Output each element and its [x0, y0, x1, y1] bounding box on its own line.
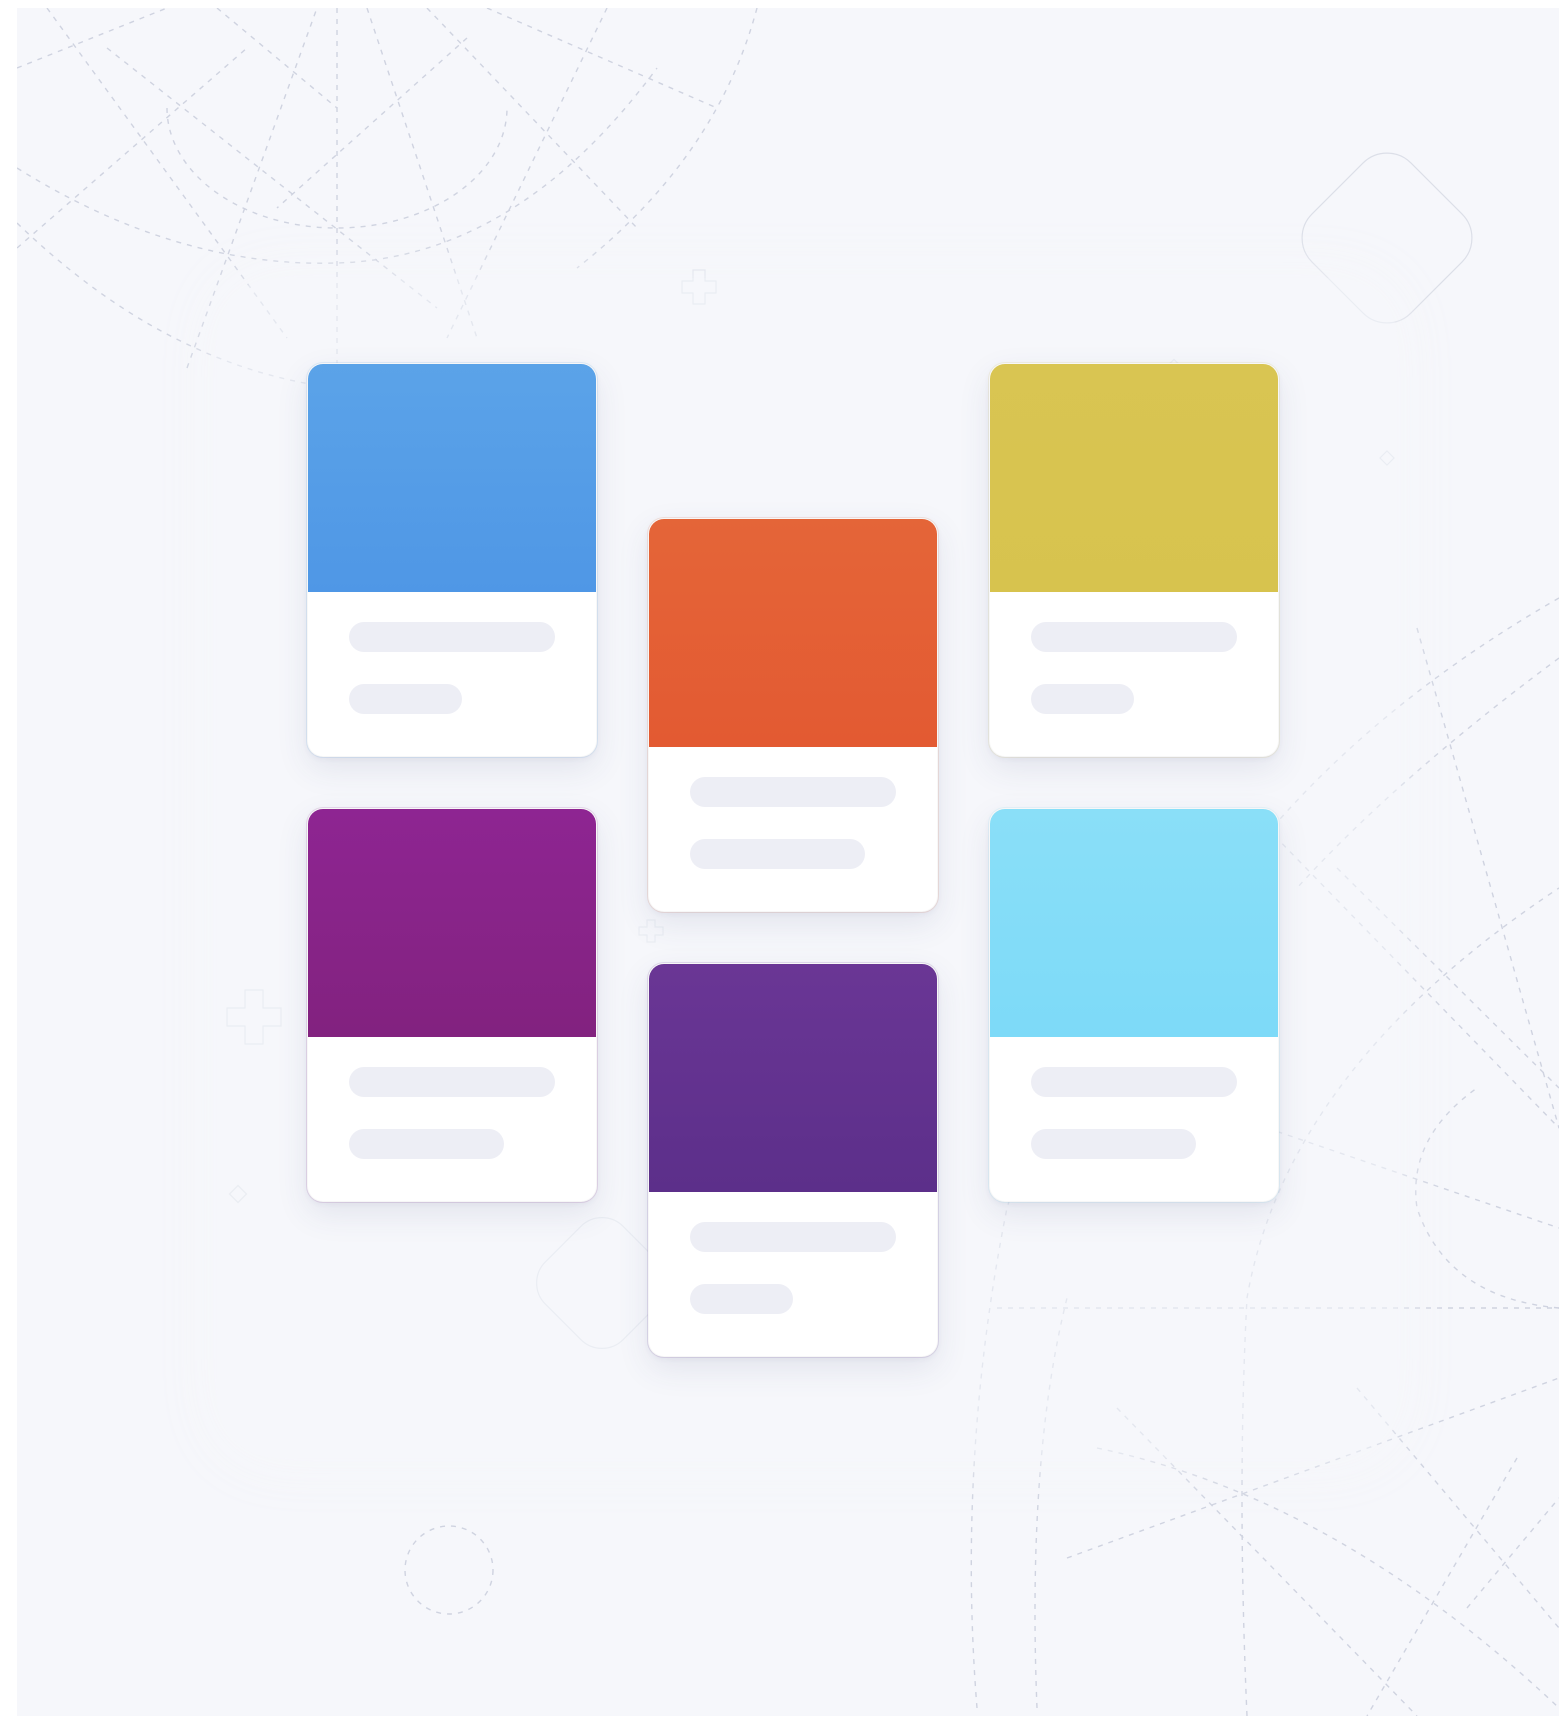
card-color-swatch: [990, 364, 1278, 592]
card-placeholder-line-secondary: [690, 1284, 793, 1314]
card-placeholder-line-primary: [690, 777, 896, 807]
color-card-blue[interactable]: [307, 363, 597, 757]
card-placeholder-line-secondary: [349, 1129, 504, 1159]
card-placeholder-line-secondary: [1031, 684, 1134, 714]
card-placeholder-line-primary: [349, 1067, 555, 1097]
card-placeholder-line-secondary: [349, 684, 462, 714]
canvas: [17, 8, 1559, 1716]
card-placeholder-line-primary: [349, 622, 555, 652]
card-placeholder-line-secondary: [1031, 1129, 1196, 1159]
card-placeholder-line-secondary: [690, 839, 865, 869]
color-card-cyan[interactable]: [989, 808, 1279, 1202]
card-color-swatch: [308, 364, 596, 592]
color-card-orange[interactable]: [648, 518, 938, 912]
color-card-magenta[interactable]: [307, 808, 597, 1202]
color-card-yellow[interactable]: [989, 363, 1279, 757]
card-color-swatch: [308, 809, 596, 1037]
color-card-purple[interactable]: [648, 963, 938, 1357]
card-color-swatch: [649, 964, 937, 1192]
card-placeholder-line-primary: [690, 1222, 896, 1252]
card-placeholder-line-primary: [1031, 622, 1237, 652]
card-placeholder-line-primary: [1031, 1067, 1237, 1097]
card-color-swatch: [990, 809, 1278, 1037]
card-color-swatch: [649, 519, 937, 747]
